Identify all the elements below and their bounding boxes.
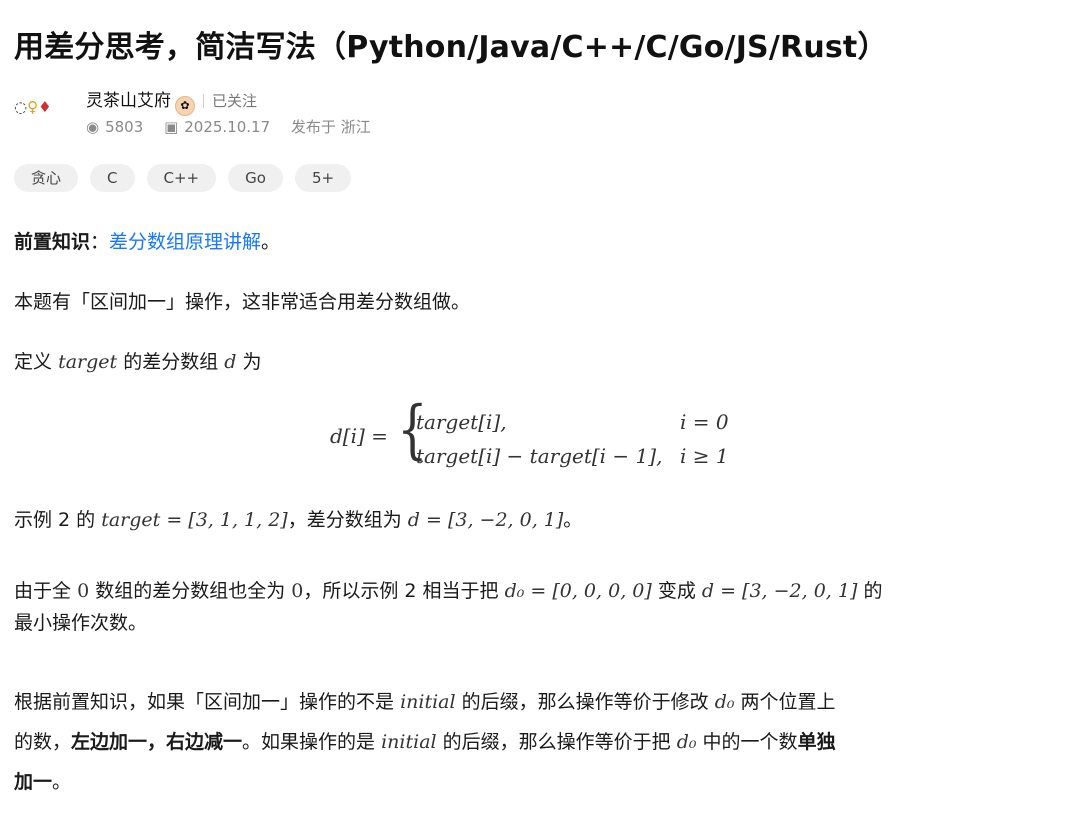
prereq-label: 前置知识 — [14, 231, 91, 253]
paragraph-4: 由于全 0 数组的差分数组也全为 0，所以示例 2 相当于把 d₀ = [0, … — [14, 580, 883, 634]
author-name[interactable]: 灵茶山艾府 — [86, 91, 171, 111]
bold-single: 单独 — [797, 731, 836, 753]
tag-c[interactable]: C — [90, 164, 135, 192]
math-target: target — [58, 351, 118, 373]
math-target-example: target = [3, 1, 1, 2] — [101, 509, 288, 531]
formula-lhs: d[i] = — [330, 424, 388, 448]
prereq-link[interactable]: 差分数组原理讲解 — [109, 231, 261, 253]
view-count: 5803 — [105, 118, 144, 136]
divider — [203, 94, 204, 108]
tag-more[interactable]: 5+ — [294, 164, 352, 192]
math-d: d — [224, 351, 237, 373]
tag-go[interactable]: Go — [228, 164, 283, 192]
paragraph-2: 定义 target 的差分数组 d 为 — [14, 351, 262, 373]
tag-cpp[interactable]: C++ — [146, 164, 217, 192]
medal-icon: ✿ — [175, 96, 195, 116]
formula-cond-1: i = 0 — [680, 410, 729, 434]
follow-button[interactable]: 已关注 — [212, 92, 257, 110]
math-d-target: d = [3, −2, 0, 1] — [701, 580, 858, 602]
calendar-icon: ▣ — [164, 118, 179, 136]
bold-left-right: 左边加一，右边减一 — [71, 731, 243, 753]
chat-bubble-icon: ◌ — [14, 98, 28, 116]
publish-date: 2025.10.17 — [184, 118, 271, 136]
pin-icon: ♦ — [38, 98, 52, 116]
formula-cond-2: i ≥ 1 — [680, 444, 729, 468]
tag-greedy[interactable]: 贪心 — [14, 164, 79, 192]
publish-location: 发布于 浙江 — [290, 118, 371, 136]
article-title: 用差分思考，简洁写法（Python/Java/C++/C/Go/JS/Rust） — [14, 30, 888, 65]
author-avatar[interactable]: ◌♀♦ — [14, 98, 52, 116]
paragraph-1: 本题有「区间加一」操作，这非常适合用差分数组做。 — [14, 291, 471, 313]
formula-case-1: target[i], — [416, 410, 507, 434]
math-d-example: d = [3, −2, 0, 1] — [407, 509, 564, 531]
math-d0: d₀ = [0, 0, 0, 0] — [504, 580, 652, 602]
prereq-paragraph: 前置知识：差分数组原理讲解。 — [14, 231, 281, 253]
formula-case-2: target[i] − target[i − 1], — [416, 444, 663, 468]
article-meta: ◉ 5803 ▣ 2025.10.17 发布于 浙江 — [86, 116, 371, 137]
eye-icon: ◉ — [86, 118, 100, 136]
paragraph-5: 根据前置知识，如果「区间加一」操作的不是 initial 的后缀，那么操作等价于… — [14, 691, 836, 793]
paragraph-3: 示例 2 的 target = [3, 1, 1, 2]，差分数组为 d = [… — [14, 509, 583, 531]
tag-list: 贪心 C C++ Go 5+ — [14, 164, 363, 192]
bold-plus-one: 加一 — [14, 771, 53, 793]
bulb-icon: ♀ — [27, 98, 39, 116]
author-row: ◌♀♦ 灵茶山艾府 ✿ 已关注 ◉ 5803 ▣ 2025.10.17 发布于 浙江 — [14, 86, 614, 138]
